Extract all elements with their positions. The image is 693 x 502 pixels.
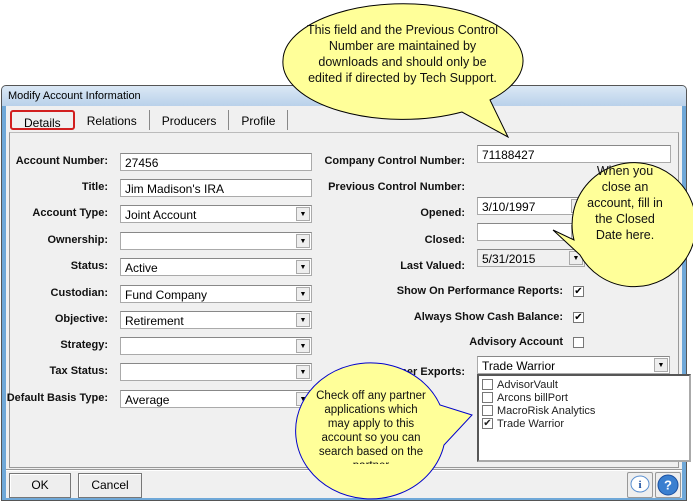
- field-label: Always Show Cash Balance:: [413, 311, 563, 323]
- field-label: Last Valued:: [400, 260, 465, 272]
- field-value: Retirement: [125, 314, 184, 328]
- info-button[interactable]: i: [627, 472, 653, 498]
- chevron-down-icon[interactable]: ▼: [296, 339, 310, 353]
- info-icon: i: [630, 475, 650, 493]
- text-field[interactable]: Jim Madison's IRA: [120, 179, 312, 197]
- field-value: Average: [125, 393, 170, 407]
- field-label: Company Control Number:: [324, 155, 465, 167]
- last-valued-field[interactable]: 5/31/2015 ▼: [477, 249, 585, 267]
- advisory-account-checkbox[interactable]: [573, 337, 584, 348]
- field-value: Trade Warrior: [482, 359, 556, 373]
- svg-text:i: i: [638, 479, 641, 491]
- field-value: 5/31/2015: [482, 252, 536, 266]
- field-label: Account Number:: [15, 155, 108, 167]
- callout-closed-text: When you close an account, fill in the C…: [587, 164, 663, 242]
- partner-list-item[interactable]: MacroRisk Analytics: [479, 404, 689, 417]
- select-field[interactable]: Retirement ▼: [120, 311, 312, 329]
- partner-label: MacroRisk Analytics: [497, 404, 596, 417]
- select-field[interactable]: Average ▼: [120, 390, 312, 408]
- text-field[interactable]: 27456: [120, 153, 312, 171]
- tab-profile[interactable]: Profile: [229, 110, 289, 130]
- field-value: 27456: [125, 156, 159, 170]
- chevron-down-icon[interactable]: ▼: [571, 225, 585, 239]
- help-button[interactable]: ?: [655, 472, 681, 498]
- chevron-down-icon[interactable]: ▼: [571, 199, 585, 213]
- select-field[interactable]: ▼: [120, 337, 312, 355]
- partner-checkbox[interactable]: [482, 405, 493, 416]
- partner-list-item[interactable]: ✔ Trade Warrior: [479, 417, 689, 430]
- partner-list-item[interactable]: Arcons billPort: [479, 391, 689, 404]
- field-value: 3/10/1997: [482, 200, 536, 214]
- opened-date-field[interactable]: 3/10/1997 ▼: [477, 197, 587, 215]
- field-value: Active: [125, 261, 158, 275]
- tab-relations[interactable]: Relations: [75, 110, 150, 130]
- field-label: Custodian:: [50, 287, 108, 299]
- field-label: Opened:: [420, 207, 465, 219]
- field-value: 71188427: [482, 148, 535, 162]
- partner-exports-select[interactable]: Trade Warrior ▼: [477, 356, 670, 374]
- always-show-cash-checkbox[interactable]: ✔: [573, 312, 584, 323]
- callout-partner-text: Check off any partner applications which…: [316, 390, 426, 464]
- field-value: Fund Company: [125, 288, 208, 302]
- partner-label: Arcons billPort: [497, 391, 568, 404]
- select-field[interactable]: ▼: [120, 232, 312, 250]
- chevron-down-icon[interactable]: ▼: [296, 207, 310, 221]
- partner-list[interactable]: AdvisorVault Arcons billPort MacroRisk Ana…: [477, 374, 691, 462]
- field-value: Jim Madison's IRA: [125, 182, 224, 196]
- help-icon: ?: [657, 474, 679, 496]
- show-on-reports-checkbox[interactable]: ✔: [573, 286, 584, 297]
- field-label: Account Type:: [32, 207, 108, 219]
- svg-text:?: ?: [664, 478, 672, 493]
- partner-label: AdvisorVault: [497, 378, 558, 391]
- field-label: Previous Control Number:: [328, 181, 465, 193]
- chevron-down-icon[interactable]: ▼: [296, 287, 310, 301]
- tab-bar: Details Relations Producers Profile: [10, 110, 289, 132]
- field-label: Tax Status:: [49, 365, 108, 377]
- select-field[interactable]: Fund Company ▼: [120, 285, 312, 303]
- partner-checkbox[interactable]: [482, 392, 493, 403]
- partner-checkbox[interactable]: [482, 379, 493, 390]
- chevron-down-icon[interactable]: ▼: [654, 358, 668, 372]
- company-control-number-field[interactable]: 71188427: [477, 145, 671, 163]
- chevron-down-icon[interactable]: ▼: [296, 365, 310, 379]
- field-label: Objective:: [54, 313, 108, 325]
- field-label: Advisory Account: [469, 336, 563, 348]
- chevron-down-icon[interactable]: ▼: [296, 234, 310, 248]
- divider: [6, 469, 682, 471]
- tab-producers[interactable]: Producers: [150, 110, 230, 130]
- tab-details[interactable]: Details: [10, 110, 75, 130]
- field-label: Default Basis Type:: [6, 392, 108, 404]
- partner-checkbox[interactable]: ✔: [482, 418, 493, 429]
- callout-control-text: This field and the Previous Control Numb…: [306, 23, 499, 85]
- ok-button[interactable]: OK: [9, 473, 71, 498]
- select-field[interactable]: Joint Account ▼: [120, 205, 312, 223]
- field-label: Status:: [70, 260, 108, 272]
- field-label: Closed:: [424, 234, 465, 246]
- partner-label: Trade Warrior: [497, 417, 565, 430]
- field-label: Ownership:: [47, 234, 108, 246]
- chevron-down-icon[interactable]: ▼: [296, 260, 310, 274]
- partner-list-item[interactable]: AdvisorVault: [479, 378, 689, 391]
- chevron-down-icon[interactable]: ▼: [296, 392, 310, 406]
- field-label: Strategy:: [60, 339, 108, 351]
- chevron-down-icon[interactable]: ▼: [296, 313, 310, 327]
- cancel-button[interactable]: Cancel: [78, 473, 142, 498]
- field-label: Show On Performance Reports:: [396, 285, 563, 297]
- field-label: Partner Exports:: [378, 366, 465, 378]
- select-field[interactable]: Active ▼: [120, 258, 312, 276]
- closed-date-field[interactable]: ▼: [477, 223, 587, 241]
- select-field[interactable]: ▼: [120, 363, 312, 381]
- chevron-down-icon[interactable]: ▼: [569, 251, 583, 265]
- field-label: Title:: [81, 181, 108, 193]
- field-value: Joint Account: [125, 208, 197, 222]
